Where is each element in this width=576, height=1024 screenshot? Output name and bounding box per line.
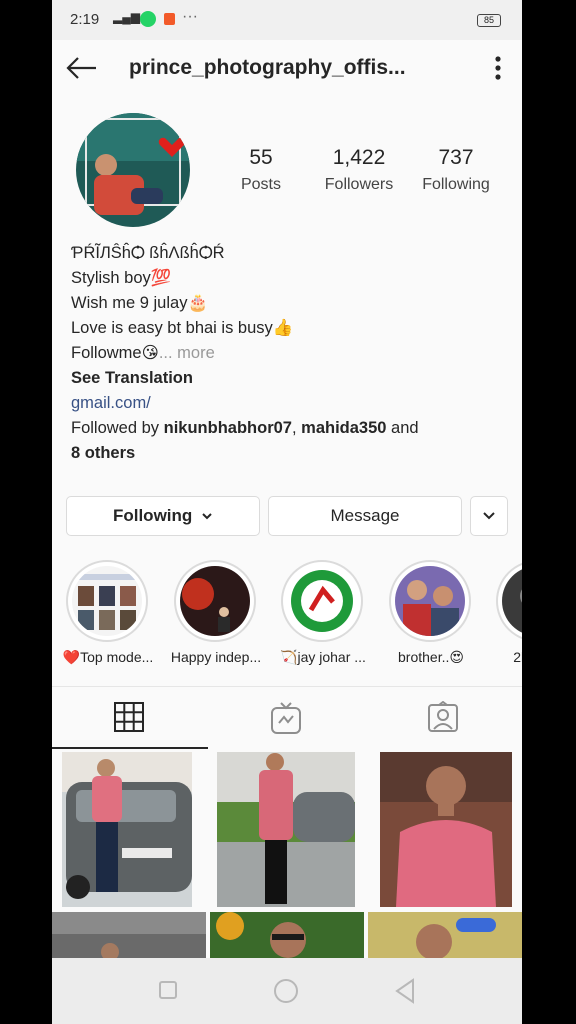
post-thumbnail[interactable] <box>62 752 192 907</box>
profile-tabs <box>52 686 522 749</box>
vertical-dots-icon <box>495 56 501 80</box>
followed-by: Followed by nikunbhabhor07, mahida350 an… <box>71 416 511 441</box>
highlight-label: 🏹jay johar ... <box>280 649 366 665</box>
post-thumbnail[interactable] <box>217 752 355 907</box>
post-thumbnail[interactable] <box>380 752 512 907</box>
post-thumbnail[interactable] <box>52 912 206 958</box>
following-button[interactable]: Following <box>66 496 260 536</box>
home-icon[interactable] <box>273 978 299 1004</box>
tab-posts-grid[interactable] <box>52 687 208 749</box>
following-label: Following <box>422 176 490 193</box>
signal-indicator: ▂▄▆ <box>113 10 140 24</box>
followed-by-and: and <box>386 419 419 437</box>
highlight-cover <box>395 566 465 636</box>
options-menu-button[interactable] <box>484 52 512 84</box>
story-highlight[interactable]: ❤️Top mode... <box>63 560 153 665</box>
followers-count: 1,422 <box>332 146 386 169</box>
post-thumbnail[interactable] <box>368 912 522 958</box>
story-highlight[interactable]: brother..😍 <box>389 560 473 665</box>
system-navigation-bar <box>52 958 522 1024</box>
bio-line: Love is easy bt bhai is busy👍 <box>71 319 294 337</box>
highlight-cover <box>502 566 522 636</box>
notification-icon <box>164 13 175 25</box>
highlight-cover <box>72 566 142 636</box>
highlight-cover <box>180 566 250 636</box>
bio-line: Stylish boy💯 <box>71 269 172 287</box>
status-bar: 2:19 ▂▄▆ ··· 85 <box>52 0 522 40</box>
followers-label: Followers <box>324 176 394 193</box>
highlight-label: brother..😍 <box>398 649 464 665</box>
tab-tagged[interactable] <box>366 687 522 749</box>
avatar[interactable] <box>76 113 190 227</box>
posts-label: Posts <box>240 176 281 193</box>
post-thumbnail[interactable] <box>210 912 364 958</box>
battery-indicator: 85 <box>477 14 501 27</box>
back-nav-icon[interactable] <box>394 978 416 1004</box>
message-button-label: Message <box>330 506 400 525</box>
tagged-person-icon <box>428 701 458 732</box>
recent-apps-icon[interactable] <box>158 980 178 1000</box>
grid-icon <box>114 702 144 732</box>
suggested-accounts-button[interactable] <box>470 496 508 536</box>
story-highlight[interactable]: 🏹jay johar ... <box>280 560 366 665</box>
highlight-label: 2k <box>513 649 522 665</box>
phone-screen: 2:19 ▂▄▆ ··· 85 prince_photography_offis… <box>52 0 522 1024</box>
arrow-left-icon <box>66 57 96 79</box>
profile-header: prince_photography_offis... <box>52 40 522 96</box>
website-link[interactable]: gmail.com/ <box>71 391 511 416</box>
avatar-photo <box>76 113 190 227</box>
followers-stat[interactable]: 1,422 Followers <box>318 146 400 194</box>
highlight-label: ❤️Top mode... <box>62 649 154 665</box>
posts-stat[interactable]: 55 Posts <box>234 146 288 194</box>
igtv-icon <box>271 702 301 734</box>
highlight-label: Happy indep... <box>170 649 262 665</box>
bio-line: Followme😘 <box>71 344 159 362</box>
page-title: prince_photography_offis... <box>129 56 406 79</box>
followed-by-others[interactable]: 8 others <box>71 441 511 466</box>
followed-by-prefix: Followed by <box>71 419 164 437</box>
bio-line: Wish me 9 julay🎂 <box>71 294 208 312</box>
more-link[interactable]: ... more <box>159 344 215 362</box>
see-translation-link[interactable]: See Translation <box>71 366 511 391</box>
more-notifications-icon: ··· <box>182 8 198 25</box>
chevron-down-icon <box>202 513 212 520</box>
story-highlight[interactable]: Happy indep... <box>171 560 261 665</box>
followed-by-separator: , <box>291 419 302 437</box>
status-time: 2:19 <box>70 11 100 28</box>
profile-bio: ƤŔĨЛŜĥѺ ßĥΛßĥѺŔ Stylish boy💯 Wish me 9 j… <box>71 241 511 466</box>
following-count: 737 <box>438 146 474 169</box>
story-highlight[interactable]: 2k <box>496 560 522 665</box>
followed-by-user[interactable]: nikunbhabhor07 <box>164 419 292 437</box>
message-button[interactable]: Message <box>268 496 462 536</box>
highlight-cover <box>287 566 357 636</box>
profile-name: ƤŔĨЛŜĥѺ ßĥΛßĥѺŔ <box>71 244 225 262</box>
following-stat[interactable]: 737 Following <box>416 146 496 194</box>
following-button-label: Following <box>112 506 193 525</box>
chevron-down-icon <box>483 512 495 520</box>
back-button[interactable] <box>64 50 100 86</box>
followed-by-user[interactable]: mahida350 <box>301 419 386 437</box>
tab-igtv[interactable] <box>209 687 365 749</box>
whatsapp-icon <box>140 11 156 27</box>
posts-count: 55 <box>249 146 273 169</box>
bio-line-last: Followme😘... more <box>71 341 511 366</box>
